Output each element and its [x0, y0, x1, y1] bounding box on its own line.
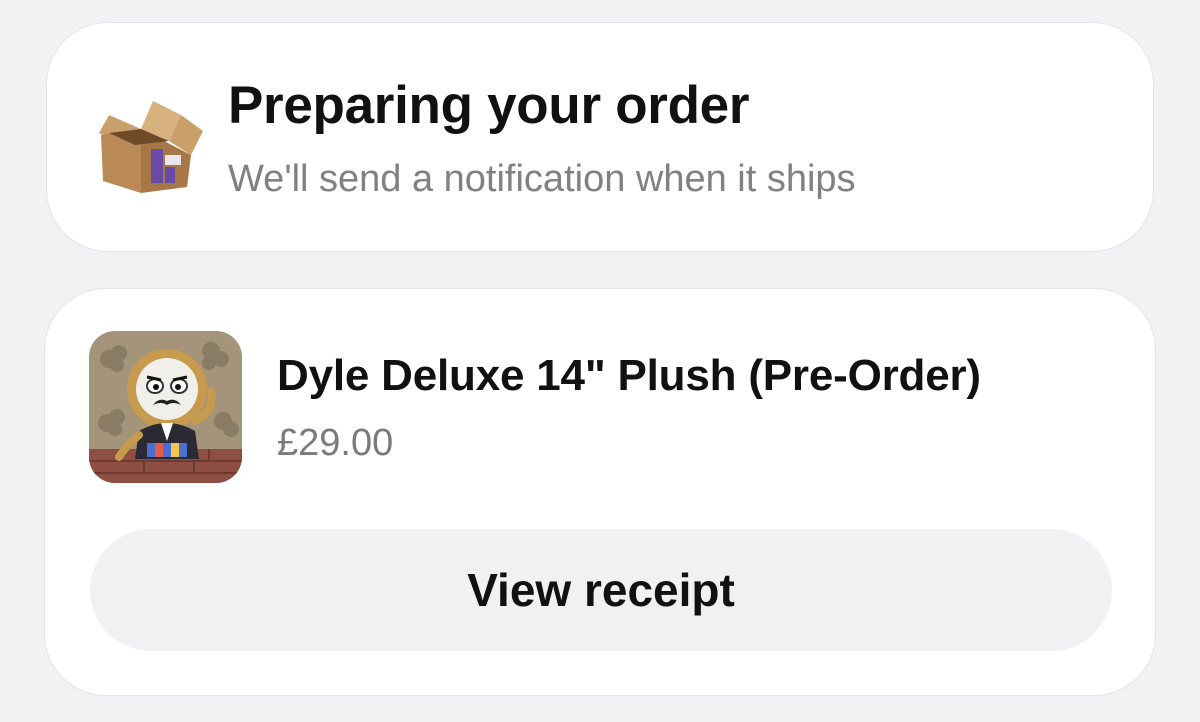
cardboard-box-icon	[99, 101, 203, 193]
product-price: £29.00	[277, 422, 394, 464]
product-name: Dyle Deluxe 14" Plush (Pre-Order)	[277, 351, 981, 400]
view-receipt-button[interactable]: View receipt	[90, 529, 1112, 651]
status-subtitle: We'll send a notification when it ships	[228, 158, 856, 200]
order-item-card: Dyle Deluxe 14" Plush (Pre-Order) £29.00…	[44, 288, 1156, 696]
plush-product-thumbnail[interactable]	[89, 331, 242, 483]
status-title: Preparing your order	[228, 76, 750, 135]
order-status-card: Preparing your order We'll send a notifi…	[46, 22, 1154, 252]
